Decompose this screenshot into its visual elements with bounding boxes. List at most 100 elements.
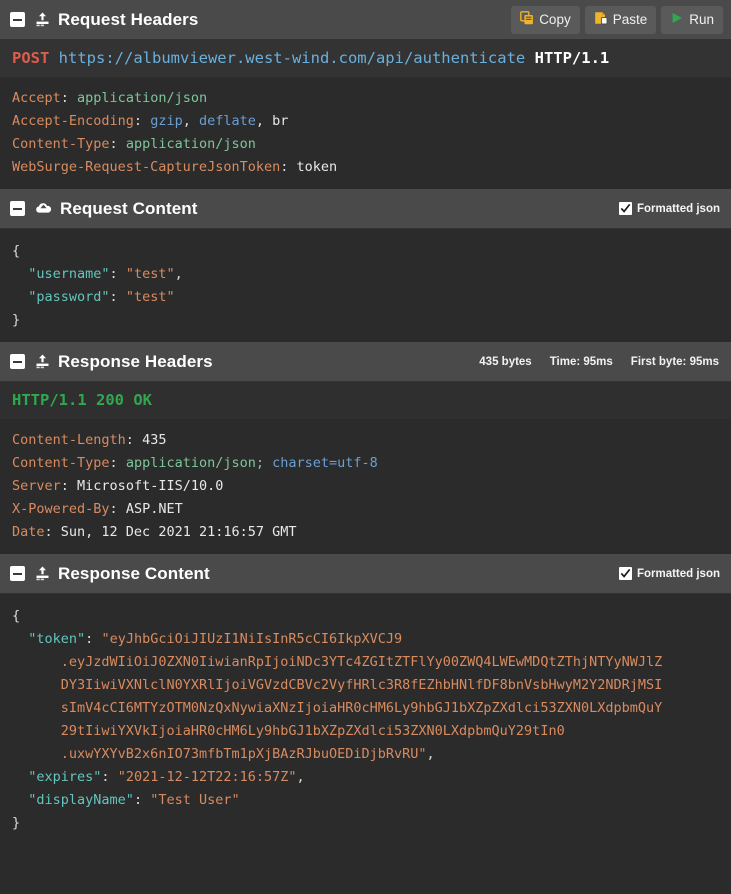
json-key: "password" xyxy=(28,289,110,305)
header-row: X-Powered-By: ASP.NET xyxy=(12,501,183,517)
upload-icon xyxy=(34,11,51,28)
section-title: Response Content xyxy=(58,563,210,583)
play-icon xyxy=(670,11,684,28)
header-value: deflate xyxy=(198,113,256,129)
status-text: HTTP/1.1 200 OK xyxy=(12,391,152,409)
header-key: Content-Type xyxy=(12,136,110,152)
upload-icon xyxy=(34,565,51,582)
request-content-body: { "username": "test", "password": "test"… xyxy=(0,229,731,342)
response-metric: First byte: 95ms xyxy=(630,355,719,368)
header-key: Server xyxy=(12,478,61,494)
header-value: application/json xyxy=(125,136,256,152)
header-value: token xyxy=(296,159,338,175)
header-value: Microsoft-IIS/10.0 xyxy=(77,478,224,494)
json-key: "expires" xyxy=(28,769,102,785)
checkbox-checked-icon xyxy=(618,202,632,215)
section-header-request-headers[interactable]: Request Headers Copy Paste Run xyxy=(0,0,731,40)
json-value: "test" xyxy=(125,289,175,305)
json-line: } xyxy=(12,309,719,332)
formatted-json-label: Formatted json xyxy=(636,567,720,580)
json-line: sImV4cCI6MTYzOTM0NzQxNywiaXNzIjoiaHR0cHM… xyxy=(12,697,719,720)
header-key: WebSurge-Request-CaptureJsonToken xyxy=(12,159,281,175)
request-headers-list: Accept: application/json Accept-Encoding:… xyxy=(0,78,731,189)
header-row: Content-Length: 435 xyxy=(12,432,167,448)
response-status-line: HTTP/1.1 200 OK xyxy=(0,382,731,420)
copy-button-label: Copy xyxy=(539,12,571,27)
header-row: Date: Sun, 12 Dec 2021 21:16:57 GMT xyxy=(12,524,297,540)
response-metric: 435 bytes xyxy=(479,355,532,368)
run-button[interactable]: Run xyxy=(661,5,723,34)
formatted-json-label: Formatted json xyxy=(636,202,720,215)
json-punctuation: { xyxy=(12,243,21,259)
json-punctuation: } xyxy=(12,815,21,831)
formatted-json-checkbox-request[interactable]: Formatted json xyxy=(618,202,723,215)
section-header-response-content[interactable]: Response Content Formatted json xyxy=(0,554,731,594)
header-value: ASP.NET xyxy=(125,501,183,517)
paste-button[interactable]: Paste xyxy=(584,5,657,34)
header-value: application/json xyxy=(77,90,208,106)
header-key: Accept xyxy=(12,90,61,106)
response-headers-list: Content-Length: 435 Content-Type: applica… xyxy=(0,420,731,554)
json-line: .eyJzdWIiOiJ0ZXN0IiwianRpIjoiNDc3YTc4ZGI… xyxy=(12,651,719,674)
json-line: DY3IiwiVXNlclN0YXRlIjoiVGVzdCBVc2VyfHRlc… xyxy=(12,674,719,697)
collapse-toggle-response-headers[interactable] xyxy=(10,354,25,369)
paste-icon xyxy=(594,11,608,28)
section-title: Response Headers xyxy=(58,351,213,371)
header-value: application/json; xyxy=(125,455,264,471)
json-value-continuation: .uxwYXYvB2x6nIO73mfbTm1pXjBAzRJbuOEDiDjb… xyxy=(60,746,427,762)
json-line: .uxwYXYvB2x6nIO73mfbTm1pXjBAzRJbuOEDiDjb… xyxy=(60,746,435,762)
header-row: Accept: application/json xyxy=(12,90,208,106)
json-key: "token" xyxy=(28,631,86,647)
header-key: Accept-Encoding xyxy=(12,113,134,129)
section-title: Request Headers xyxy=(58,9,199,29)
json-line: { xyxy=(12,605,719,628)
json-value: "test" xyxy=(125,266,175,282)
collapse-toggle-request-content[interactable] xyxy=(10,201,25,216)
run-button-label: Run xyxy=(689,12,714,27)
header-row: Accept-Encoding: gzip, deflate, br xyxy=(12,113,289,129)
formatted-json-checkbox-response[interactable]: Formatted json xyxy=(618,567,723,580)
cloud-upload-icon xyxy=(34,200,53,217)
response-content-body: { "token": "eyJhbGciOiJIUzI1NiIsInR5cCI6… xyxy=(0,594,731,845)
header-value: br xyxy=(272,113,289,129)
header-value-extra: charset=utf-8 xyxy=(272,455,378,471)
collapse-toggle-request-headers[interactable] xyxy=(10,12,25,27)
json-value: "2021-12-12T22:16:57Z" xyxy=(117,769,297,785)
json-line: "expires": "2021-12-12T22:16:57Z", xyxy=(28,769,305,785)
json-key: "displayName" xyxy=(28,792,134,808)
http-protocol: HTTP/1.1 xyxy=(534,49,610,67)
header-key: Content-Type xyxy=(12,455,110,471)
json-line: "username": "test", xyxy=(28,266,183,282)
header-key: Content-Length xyxy=(12,432,126,448)
json-line: "displayName": "Test User" xyxy=(28,792,240,808)
copy-button[interactable]: Copy xyxy=(511,5,580,34)
json-line: "password": "test" xyxy=(28,289,175,305)
request-url: https://albumviewer.west-wind.com/api/au… xyxy=(58,49,526,67)
json-key: "username" xyxy=(28,266,110,282)
request-toolbar: Copy Paste Run xyxy=(511,5,723,34)
header-row: Content-Type: application/json; charset=… xyxy=(12,455,378,471)
json-line: { xyxy=(12,240,719,263)
json-line: } xyxy=(12,812,719,835)
checkbox-checked-icon xyxy=(618,567,632,580)
header-key: Date xyxy=(12,524,45,540)
header-value: 435 xyxy=(142,432,167,448)
json-value-continuation: .eyJzdWIiOiJ0ZXN0IiwianRpIjoiNDc3YTc4ZGI… xyxy=(60,654,663,670)
response-metrics: 435 bytes Time: 95ms First byte: 95ms xyxy=(479,356,723,368)
json-punctuation: } xyxy=(12,312,21,328)
header-row: Server: Microsoft-IIS/10.0 xyxy=(12,478,224,494)
section-title: Request Content xyxy=(60,198,198,218)
http-verb: POST xyxy=(12,49,50,67)
json-punctuation: { xyxy=(12,608,21,624)
json-line: 29tIiwiYXVkIjoiaHR0cHM6Ly9hbGJ1bXZpZXdlc… xyxy=(12,720,719,743)
request-line: POST https://albumviewer.west-wind.com/a… xyxy=(0,40,731,78)
header-row: Content-Type: application/json xyxy=(12,136,256,152)
json-value: "Test User" xyxy=(150,792,240,808)
collapse-toggle-response-content[interactable] xyxy=(10,566,25,581)
response-metric: Time: 95ms xyxy=(549,355,613,368)
header-key: X-Powered-By xyxy=(12,501,110,517)
header-value: gzip xyxy=(150,113,183,129)
section-header-response-headers[interactable]: Response Headers 435 bytes Time: 95ms Firs… xyxy=(0,342,731,382)
json-value-continuation: 29tIiwiYXVkIjoiaHR0cHM6Ly9hbGJ1bXZpZXdlc… xyxy=(60,723,565,739)
section-header-request-content[interactable]: Request Content Formatted json xyxy=(0,189,731,229)
